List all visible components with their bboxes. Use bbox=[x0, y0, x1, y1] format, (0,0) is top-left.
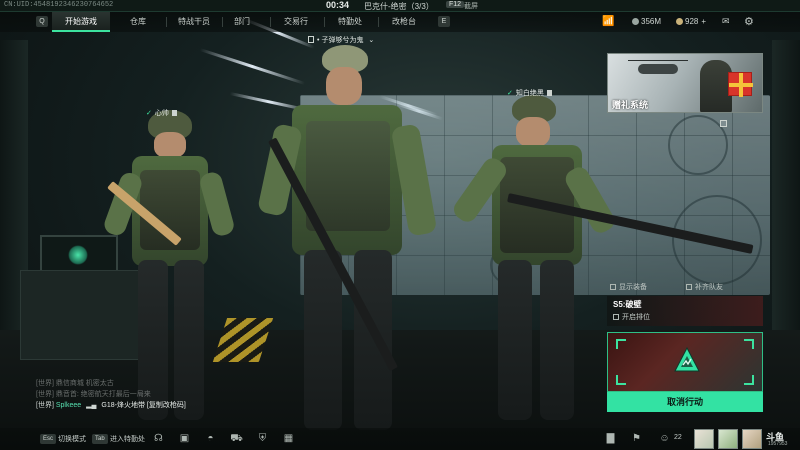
tab-special-ops[interactable]: 特勤处 bbox=[322, 12, 378, 32]
helmet-icon[interactable]: ◓ bbox=[204, 432, 217, 445]
stats-icon[interactable]: ▇ bbox=[604, 432, 617, 445]
chat-message: [世界] 鼎信商城 机密太古 bbox=[36, 380, 114, 387]
lobby-key[interactable]: Tab bbox=[92, 434, 108, 444]
avatar[interactable] bbox=[694, 429, 714, 449]
tab-start-game[interactable]: 开始游戏 bbox=[52, 12, 110, 32]
chat-message: [世界] 鼎音首: 绝密航天打最后一局来 bbox=[36, 391, 151, 398]
headset-icon[interactable]: ☊ bbox=[152, 432, 165, 445]
tab-department[interactable]: 部门 bbox=[214, 12, 270, 32]
chat-sender[interactable]: Splkeee bbox=[56, 402, 81, 409]
map-info: 巴克什-绝密（3/3） bbox=[364, 2, 434, 11]
tab-gunsmith[interactable]: 改枪台 bbox=[376, 12, 432, 32]
frame-corner bbox=[744, 339, 754, 349]
main-nav: Q 开始游戏 仓库 特战干员 部门 交易行 特勤处 改枪台 E 📶 356M 9… bbox=[0, 12, 800, 32]
friends-count: 22 bbox=[674, 434, 682, 441]
calendar-icon[interactable]: ▦ bbox=[282, 432, 295, 445]
gift-system-label: 赠礼系统 bbox=[612, 100, 649, 110]
screenshot-key[interactable]: F12 bbox=[446, 1, 465, 8]
friends-icon[interactable]: ☺ bbox=[658, 432, 671, 445]
checkbox bbox=[610, 284, 616, 290]
frame-corner bbox=[744, 375, 754, 385]
matchmaking-card bbox=[607, 332, 763, 392]
season-title: S5:破壁 bbox=[613, 300, 642, 309]
gift-toggle[interactable] bbox=[720, 120, 727, 127]
flag-icon[interactable]: ⚑ bbox=[630, 432, 643, 445]
status-bar: CN:UID:4548192346230764652 00:34 巴克什-绝密（… bbox=[0, 0, 800, 12]
tab-warehouse[interactable]: 仓库 bbox=[110, 12, 166, 32]
shield-icon[interactable]: ⛨ bbox=[256, 432, 269, 445]
mode-selector[interactable]: • 子弹够兮为鬼 ⌄ bbox=[308, 35, 374, 47]
avatar[interactable] bbox=[718, 429, 738, 449]
season-panel: S5:破壁 开启排位 bbox=[607, 296, 763, 326]
radar-monitor bbox=[40, 235, 118, 275]
chat-log[interactable]: [世界] 鼎信商城 机密太古 [世界] 鼎音首: 绝密航天打最后一局来 [世界]… bbox=[36, 378, 266, 411]
matchmaking-emblem-icon bbox=[674, 347, 700, 372]
chevron-down-icon: ⌄ bbox=[368, 37, 375, 44]
chat-message: [世界] Splkeee ▂▄ G18-烽火地带 [复制改枪码] bbox=[36, 400, 266, 411]
gun-icon: ▂▄ bbox=[86, 402, 97, 409]
gift-box-icon bbox=[728, 72, 753, 97]
ready-check-icon: ✓ bbox=[146, 110, 152, 117]
helicopter-art bbox=[628, 60, 688, 74]
avatar[interactable] bbox=[742, 429, 762, 449]
lock-icon bbox=[308, 36, 314, 43]
bottom-bar: Esc 切换模式 Tab 进入特勤处 ☊ ▣ ◓ ⛟ ⛨ ▦ ▇ ⚑ ☺ 22 … bbox=[0, 428, 800, 450]
lobby-label[interactable]: 进入特勤处 bbox=[110, 434, 145, 444]
cancel-action-button[interactable]: 取消行动 bbox=[607, 392, 763, 412]
operator-right[interactable] bbox=[450, 95, 754, 425]
checkbox bbox=[613, 314, 619, 320]
backpack-icon[interactable]: ▣ bbox=[178, 432, 191, 445]
show-gear-toggle[interactable]: 显示装备 bbox=[610, 282, 647, 292]
player-tag-left[interactable]: ✓ 心帅 bbox=[146, 108, 177, 118]
stream-room-id: 1957953 bbox=[768, 441, 788, 447]
player-uid: CN:UID:4548192346230764652 bbox=[4, 1, 114, 9]
flag-icon bbox=[171, 110, 177, 116]
frame-corner bbox=[616, 339, 626, 349]
match-timer: 00:34 bbox=[326, 0, 350, 10]
cart-icon[interactable]: ⛟ bbox=[230, 432, 243, 445]
ranked-toggle[interactable]: 开启排位 bbox=[613, 312, 650, 322]
flag-icon bbox=[546, 90, 552, 96]
currency-hafcoin[interactable]: 356M bbox=[632, 17, 661, 26]
next-tab-key[interactable]: E bbox=[438, 16, 450, 27]
prev-tab-key[interactable]: Q bbox=[36, 16, 48, 27]
currency-trianglecoin[interactable]: 928 + bbox=[676, 17, 706, 26]
frame-corner bbox=[616, 375, 626, 385]
checkbox bbox=[686, 284, 692, 290]
team-fill-toggle[interactable]: 补齐队友 bbox=[686, 282, 723, 292]
mode-key[interactable]: Esc bbox=[40, 434, 57, 444]
player-tag-right[interactable]: ✓ 知白绝黑 bbox=[507, 88, 552, 98]
gear-icon[interactable]: ⚙ bbox=[744, 15, 754, 28]
screenshot-label: 截屏 bbox=[464, 3, 478, 10]
coin-icon bbox=[632, 18, 639, 25]
operator-center[interactable] bbox=[256, 45, 442, 435]
chat-channel: [世界] bbox=[36, 402, 54, 409]
wifi-icon: 📶 bbox=[602, 16, 615, 27]
coin-icon bbox=[676, 18, 683, 25]
mail-icon[interactable]: ✉ bbox=[722, 16, 730, 27]
tab-trading[interactable]: 交易行 bbox=[268, 12, 324, 32]
ready-check-icon: ✓ bbox=[507, 90, 513, 97]
chat-weapon: G18-烽火地带 bbox=[101, 402, 145, 409]
copy-loadout-link[interactable]: [复制改枪码] bbox=[147, 402, 186, 409]
mode-label[interactable]: 切换模式 bbox=[58, 434, 86, 444]
